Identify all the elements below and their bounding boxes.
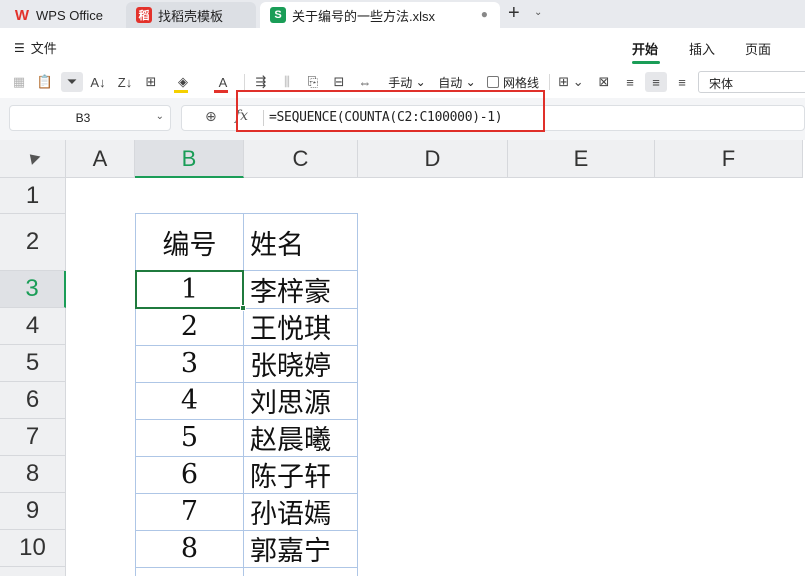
row-height-icon[interactable]: ⇔ (356, 72, 374, 92)
tab-label: WPS Office (36, 7, 103, 23)
row-header-2[interactable]: 2 (0, 214, 66, 271)
number-format-icon[interactable]: ▦ (10, 72, 28, 92)
row-header-6[interactable]: 6 (0, 382, 66, 419)
merge-icon[interactable]: ⫼ (278, 72, 296, 92)
cell-name[interactable]: 张晓婷 (244, 345, 357, 382)
align-center-icon[interactable]: ≡ (645, 72, 667, 92)
row-header-10[interactable]: 10 (0, 530, 66, 567)
header-cell-name[interactable]: 姓名 (244, 214, 357, 270)
cell-name[interactable]: 孙语嫣 (244, 493, 357, 530)
header-cell-number[interactable]: 编号 (136, 214, 243, 270)
manual-wrap-button[interactable]: 手动 ⌄ (382, 72, 432, 92)
row-header-7[interactable]: 7 (0, 419, 66, 456)
cell-number[interactable]: 8 (136, 530, 243, 567)
docer-logo-icon: 稻 (136, 7, 152, 23)
sheet-logo-icon: S (270, 7, 286, 23)
new-tab-plus-icon[interactable]: + (508, 3, 520, 23)
zoom-icon[interactable]: ⊕ (205, 108, 217, 125)
filter-icon[interactable]: ⏷ (61, 72, 83, 92)
cell-number[interactable]: 6 (136, 456, 243, 493)
cell-number[interactable]: 3 (136, 345, 243, 382)
align-icon[interactable]: ⇶ (252, 72, 270, 92)
auto-fit-button[interactable]: 自动 ⌄ (432, 72, 482, 92)
font-name-select[interactable]: 宋体 (698, 71, 805, 93)
sort-ascending-icon[interactable]: A↓ (88, 72, 108, 92)
table-style-icon[interactable]: ⊞ ⌄ (556, 72, 586, 92)
align-left-icon[interactable]: ≡ (621, 72, 639, 92)
fill-color-icon[interactable]: ◈ (170, 72, 196, 93)
clipboard-icon[interactable]: 📋 (36, 72, 54, 92)
cell-name[interactable]: 刘思源 (244, 382, 357, 419)
cell-number[interactable]: 2 (136, 308, 243, 345)
border-icon[interactable]: ⊞ (142, 72, 160, 92)
row-header-5[interactable]: 5 (0, 345, 66, 382)
window-tab-bar: W WPS Office 稻 找稻壳模板 S 关于编号的一些方法.xlsx ● … (0, 0, 805, 28)
file-menu[interactable]: ☰ 文件 (14, 38, 57, 57)
wps-logo-icon: W (14, 6, 30, 24)
tab-label: 关于编号的一些方法.xlsx (292, 8, 436, 24)
column-header-f[interactable]: F (655, 140, 803, 178)
sort-descending-icon[interactable]: Z↓ (115, 72, 135, 92)
column-header-b[interactable]: B (135, 140, 244, 178)
cell-name[interactable]: 王悦琪 (244, 308, 357, 345)
column-header-d[interactable]: D (358, 140, 508, 178)
gridlines-toggle[interactable]: 网格线 (484, 72, 542, 92)
cell-name[interactable]: 郭嘉宁 (244, 530, 357, 567)
active-tab-underline (632, 61, 660, 64)
cell-name[interactable]: 陈子轩 (244, 456, 357, 493)
chevron-down-icon[interactable]: ⌄ (534, 7, 542, 18)
tab-page[interactable]: 页面 (745, 39, 771, 58)
align-right-icon[interactable]: ≡ (673, 72, 691, 92)
tab-insert[interactable]: 插入 (689, 39, 715, 58)
row-header-11[interactable] (0, 567, 66, 576)
row-header-4[interactable]: 4 (0, 308, 66, 345)
unsaved-dot-icon[interactable]: ● (481, 7, 488, 21)
chevron-down-icon[interactable]: ⌄ (156, 111, 164, 122)
tab-wps-office[interactable]: W WPS Office (4, 2, 120, 28)
column-header-a[interactable]: A (66, 140, 135, 178)
menu-bar: ☰ 文件 开始 插入 页面 (0, 28, 805, 66)
tab-template[interactable]: 稻 找稻壳模板 (126, 2, 256, 28)
row-header-9[interactable]: 9 (0, 493, 66, 530)
clear-format-icon[interactable]: ⊠ (595, 72, 613, 92)
tab-home[interactable]: 开始 (632, 39, 658, 58)
cell-number[interactable]: 7 (136, 493, 243, 530)
active-cell-outline (135, 270, 244, 309)
cell-name[interactable]: 李梓豪 (244, 271, 357, 308)
tab-active-file[interactable]: S 关于编号的一些方法.xlsx ● (260, 2, 500, 28)
column-header-c[interactable]: C (244, 140, 358, 178)
row-header-1[interactable]: 1 (0, 178, 66, 214)
name-box[interactable]: B3 ⌄ (9, 105, 171, 131)
file-menu-label: 文件 (30, 41, 57, 56)
tab-label: 找稻壳模板 (158, 8, 224, 24)
fill-handle[interactable] (240, 305, 246, 311)
hamburger-icon: ☰ (14, 40, 25, 55)
formula-highlight-box (236, 90, 545, 132)
column-header-e[interactable]: E (508, 140, 655, 178)
wrap-icon[interactable]: ⎘ (304, 72, 322, 92)
gridlines-checkbox[interactable] (486, 76, 499, 88)
insert-cell-icon[interactable]: ⊟ (330, 72, 348, 92)
row-header-8[interactable]: 8 (0, 456, 66, 493)
cell-number[interactable]: 5 (136, 419, 243, 456)
cell-name[interactable]: 赵晨曦 (244, 419, 357, 456)
font-color-icon[interactable]: A (210, 72, 236, 93)
cell-reference: B3 (75, 111, 91, 125)
cell-number[interactable]: 4 (136, 382, 243, 419)
row-header-3[interactable]: 3 (0, 271, 66, 308)
